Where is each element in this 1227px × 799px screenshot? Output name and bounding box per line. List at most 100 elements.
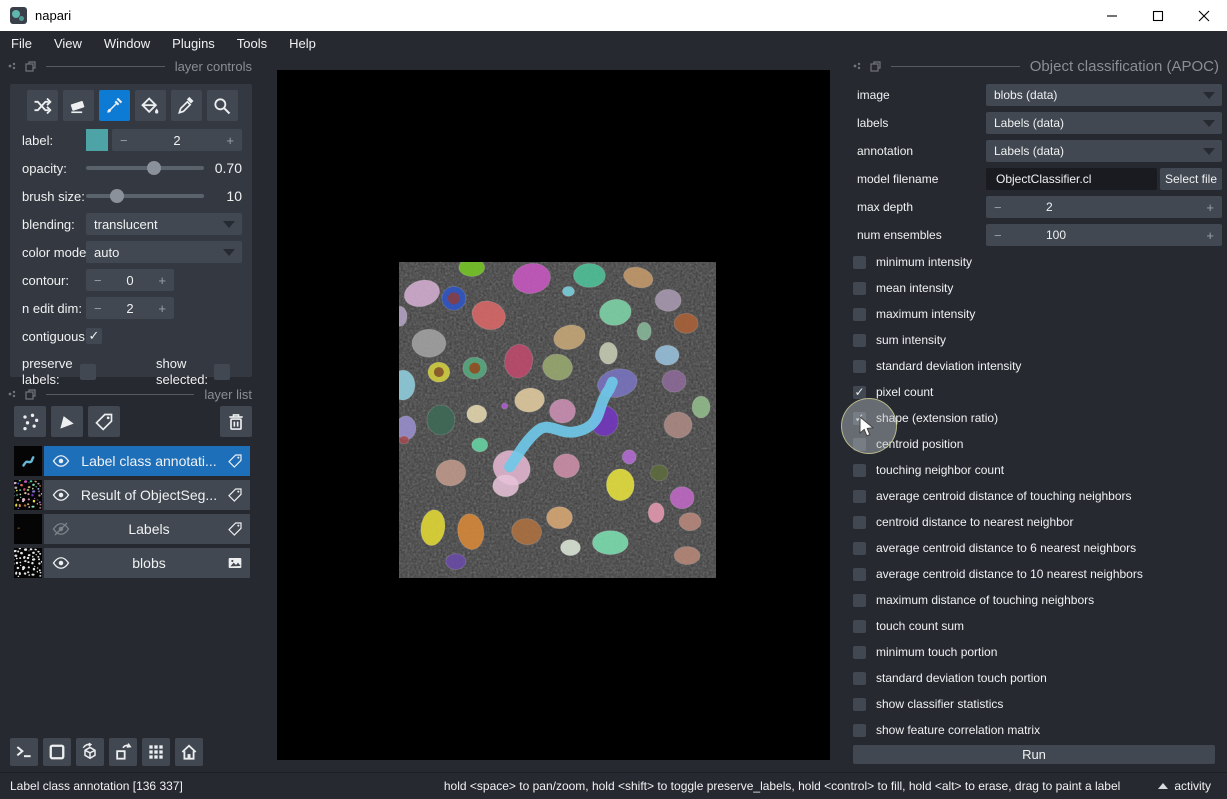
minimize-button[interactable] — [1089, 0, 1135, 31]
color-picker-icon — [176, 96, 196, 116]
increment-icon[interactable]: + — [1206, 224, 1214, 246]
increment-icon[interactable]: + — [1206, 196, 1214, 218]
visibility-eye-icon[interactable] — [44, 486, 78, 504]
new-shapes-button[interactable] — [51, 406, 83, 437]
layer-row[interactable]: Result of ObjectSeg... — [14, 480, 250, 510]
feature-checkbox[interactable] — [853, 256, 866, 269]
new-labels-button[interactable] — [88, 406, 120, 437]
increment-icon[interactable]: + — [158, 297, 166, 319]
model-filename-label: model filename — [845, 172, 986, 186]
contour-spinbox[interactable]: − 0 + — [86, 269, 174, 291]
decrement-icon[interactable]: − — [994, 196, 1002, 218]
layer-name: blobs — [78, 555, 220, 571]
layer-row[interactable]: blobs — [14, 548, 250, 578]
menu-tools[interactable]: Tools — [226, 31, 278, 56]
feature-row: average centroid distance to 6 nearest n… — [853, 535, 1223, 561]
status-coordinates: Label class annotation [136 337] — [10, 779, 183, 793]
brush-size-slider[interactable] — [86, 185, 204, 207]
image-layer-icon — [220, 555, 250, 571]
decrement-icon[interactable]: − — [94, 269, 102, 291]
increment-icon[interactable]: + — [158, 269, 166, 291]
feature-checkbox[interactable] — [853, 464, 866, 477]
new-shapes-icon — [57, 412, 77, 432]
n-edit-dim-spinbox[interactable]: − 2 + — [86, 297, 174, 319]
blending-dropdown[interactable]: translucent — [86, 213, 242, 235]
max-depth-spinbox[interactable]: − 2 + — [986, 196, 1222, 218]
menu-window[interactable]: Window — [93, 31, 161, 56]
feature-checkbox[interactable] — [853, 360, 866, 373]
feature-checkbox[interactable] — [853, 594, 866, 607]
feature-checkbox[interactable] — [853, 334, 866, 347]
menu-help[interactable]: Help — [278, 31, 327, 56]
feature-checkbox[interactable] — [853, 620, 866, 633]
feature-checkbox[interactable] — [853, 646, 866, 659]
increment-icon[interactable]: + — [226, 129, 234, 151]
layer-name: Result of ObjectSeg... — [78, 487, 220, 503]
feature-checkbox[interactable] — [853, 282, 866, 295]
paint-brush-button[interactable] — [99, 90, 130, 121]
feature-checkbox[interactable] — [853, 516, 866, 529]
delete-layer-button[interactable] — [220, 406, 252, 437]
feature-checkbox[interactable] — [853, 698, 866, 711]
feature-checkbox[interactable] — [853, 542, 866, 555]
transpose-dimensions-button[interactable] — [109, 738, 137, 766]
viewer-canvas[interactable] — [277, 70, 830, 760]
feature-checkbox[interactable] — [853, 490, 866, 503]
select-file-button[interactable]: Select file — [1160, 168, 1222, 190]
image-label: image — [845, 88, 986, 102]
hide-panel-icon[interactable] — [853, 61, 864, 72]
color-picker-button[interactable] — [171, 90, 202, 121]
fill-bucket-button[interactable] — [135, 90, 166, 121]
annotation-dropdown[interactable]: Labels (data) — [986, 140, 1222, 162]
visibility-eye-closed-icon[interactable] — [44, 520, 78, 538]
console-button[interactable] — [10, 738, 38, 766]
menu-file[interactable]: File — [0, 31, 43, 56]
feature-checkbox[interactable] — [853, 672, 866, 685]
run-button[interactable]: Run — [853, 745, 1215, 764]
activity-button[interactable]: activity — [1158, 779, 1211, 793]
feature-checkbox[interactable] — [853, 568, 866, 581]
layer-row[interactable]: Label class annotati... — [14, 446, 250, 476]
chevron-down-icon — [1203, 92, 1215, 99]
home-button[interactable] — [175, 738, 203, 766]
shuffle-colors-button[interactable] — [27, 90, 58, 121]
opacity-slider[interactable] — [86, 157, 204, 179]
contiguous-checkbox[interactable]: ✓ — [86, 328, 102, 344]
label-color-swatch[interactable] — [86, 129, 108, 151]
close-button[interactable] — [1181, 0, 1227, 31]
grid-view-button[interactable] — [142, 738, 170, 766]
preserve-labels-checkbox[interactable] — [80, 364, 96, 380]
float-panel-icon[interactable] — [870, 61, 881, 72]
feature-checkbox[interactable] — [853, 724, 866, 737]
label-spinbox[interactable]: − 2 + — [112, 129, 242, 151]
show-selected-checkbox[interactable] — [214, 364, 230, 380]
menu-plugins[interactable]: Plugins — [161, 31, 226, 56]
visibility-eye-icon[interactable] — [44, 554, 78, 572]
menu-view[interactable]: View — [43, 31, 93, 56]
model-filename-input[interactable]: ObjectClassifier.cl — [986, 168, 1157, 190]
feature-checkbox[interactable] — [853, 308, 866, 321]
decrement-icon[interactable]: − — [120, 129, 128, 151]
new-points-button[interactable] — [14, 406, 46, 437]
hide-panel-icon[interactable] — [8, 389, 19, 400]
float-panel-icon[interactable] — [25, 61, 36, 72]
decrement-icon[interactable]: − — [94, 297, 102, 319]
toggle-ndisplay-button[interactable] — [43, 738, 71, 766]
maximize-button[interactable] — [1135, 0, 1181, 31]
console-icon — [14, 742, 34, 762]
color-mode-dropdown[interactable]: auto — [86, 241, 242, 263]
chevron-down-icon — [1203, 120, 1215, 127]
hide-panel-icon[interactable] — [8, 61, 19, 72]
num-ensembles-spinbox[interactable]: − 100 + — [986, 224, 1222, 246]
labels-dropdown[interactable]: Labels (data) — [986, 112, 1222, 134]
float-panel-icon[interactable] — [25, 389, 36, 400]
feature-checkbox[interactable]: ✓ — [853, 386, 866, 399]
eraser-button[interactable] — [63, 90, 94, 121]
chevron-down-icon — [223, 249, 235, 256]
decrement-icon[interactable]: − — [994, 224, 1002, 246]
visibility-eye-icon[interactable] — [44, 452, 78, 470]
roll-dimensions-button[interactable] — [76, 738, 104, 766]
pan-zoom-button[interactable] — [207, 90, 238, 121]
image-dropdown[interactable]: blobs (data) — [986, 84, 1222, 106]
layer-row[interactable]: Labels — [14, 514, 250, 544]
